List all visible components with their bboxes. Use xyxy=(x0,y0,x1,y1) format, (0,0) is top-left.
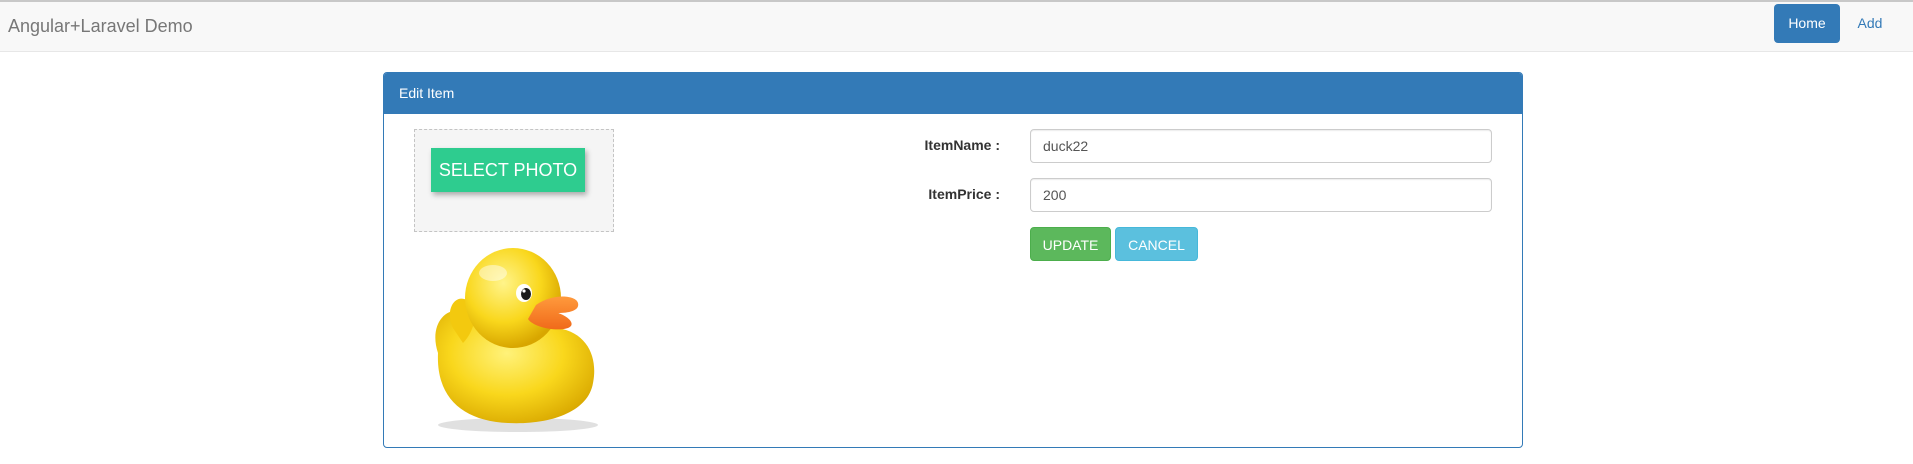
nav-add-link[interactable]: Add xyxy=(1848,4,1892,43)
item-price-label: ItemPrice : xyxy=(928,186,1000,202)
update-button[interactable]: UPDATE xyxy=(1030,227,1111,261)
item-name-label: ItemName : xyxy=(924,137,1000,153)
top-navbar: Angular+Laravel Demo Home Add xyxy=(0,0,1913,52)
cancel-button[interactable]: CANCEL xyxy=(1115,227,1198,261)
select-photo-button[interactable]: SELECT PHOTO xyxy=(431,148,585,192)
nav-home-link[interactable]: Home xyxy=(1774,4,1840,43)
panel-title: Edit Item xyxy=(384,73,1522,114)
photo-dropzone[interactable]: SELECT PHOTO xyxy=(414,129,614,232)
rubber-duck-image xyxy=(435,248,598,432)
edit-item-panel: Edit Item SELECT PHOTO ItemName: duck22… xyxy=(383,72,1523,448)
brand-title[interactable]: Angular+Laravel Demo xyxy=(8,16,193,37)
item-price-input[interactable] xyxy=(1030,178,1492,212)
item-name-input[interactable] xyxy=(1030,129,1492,163)
